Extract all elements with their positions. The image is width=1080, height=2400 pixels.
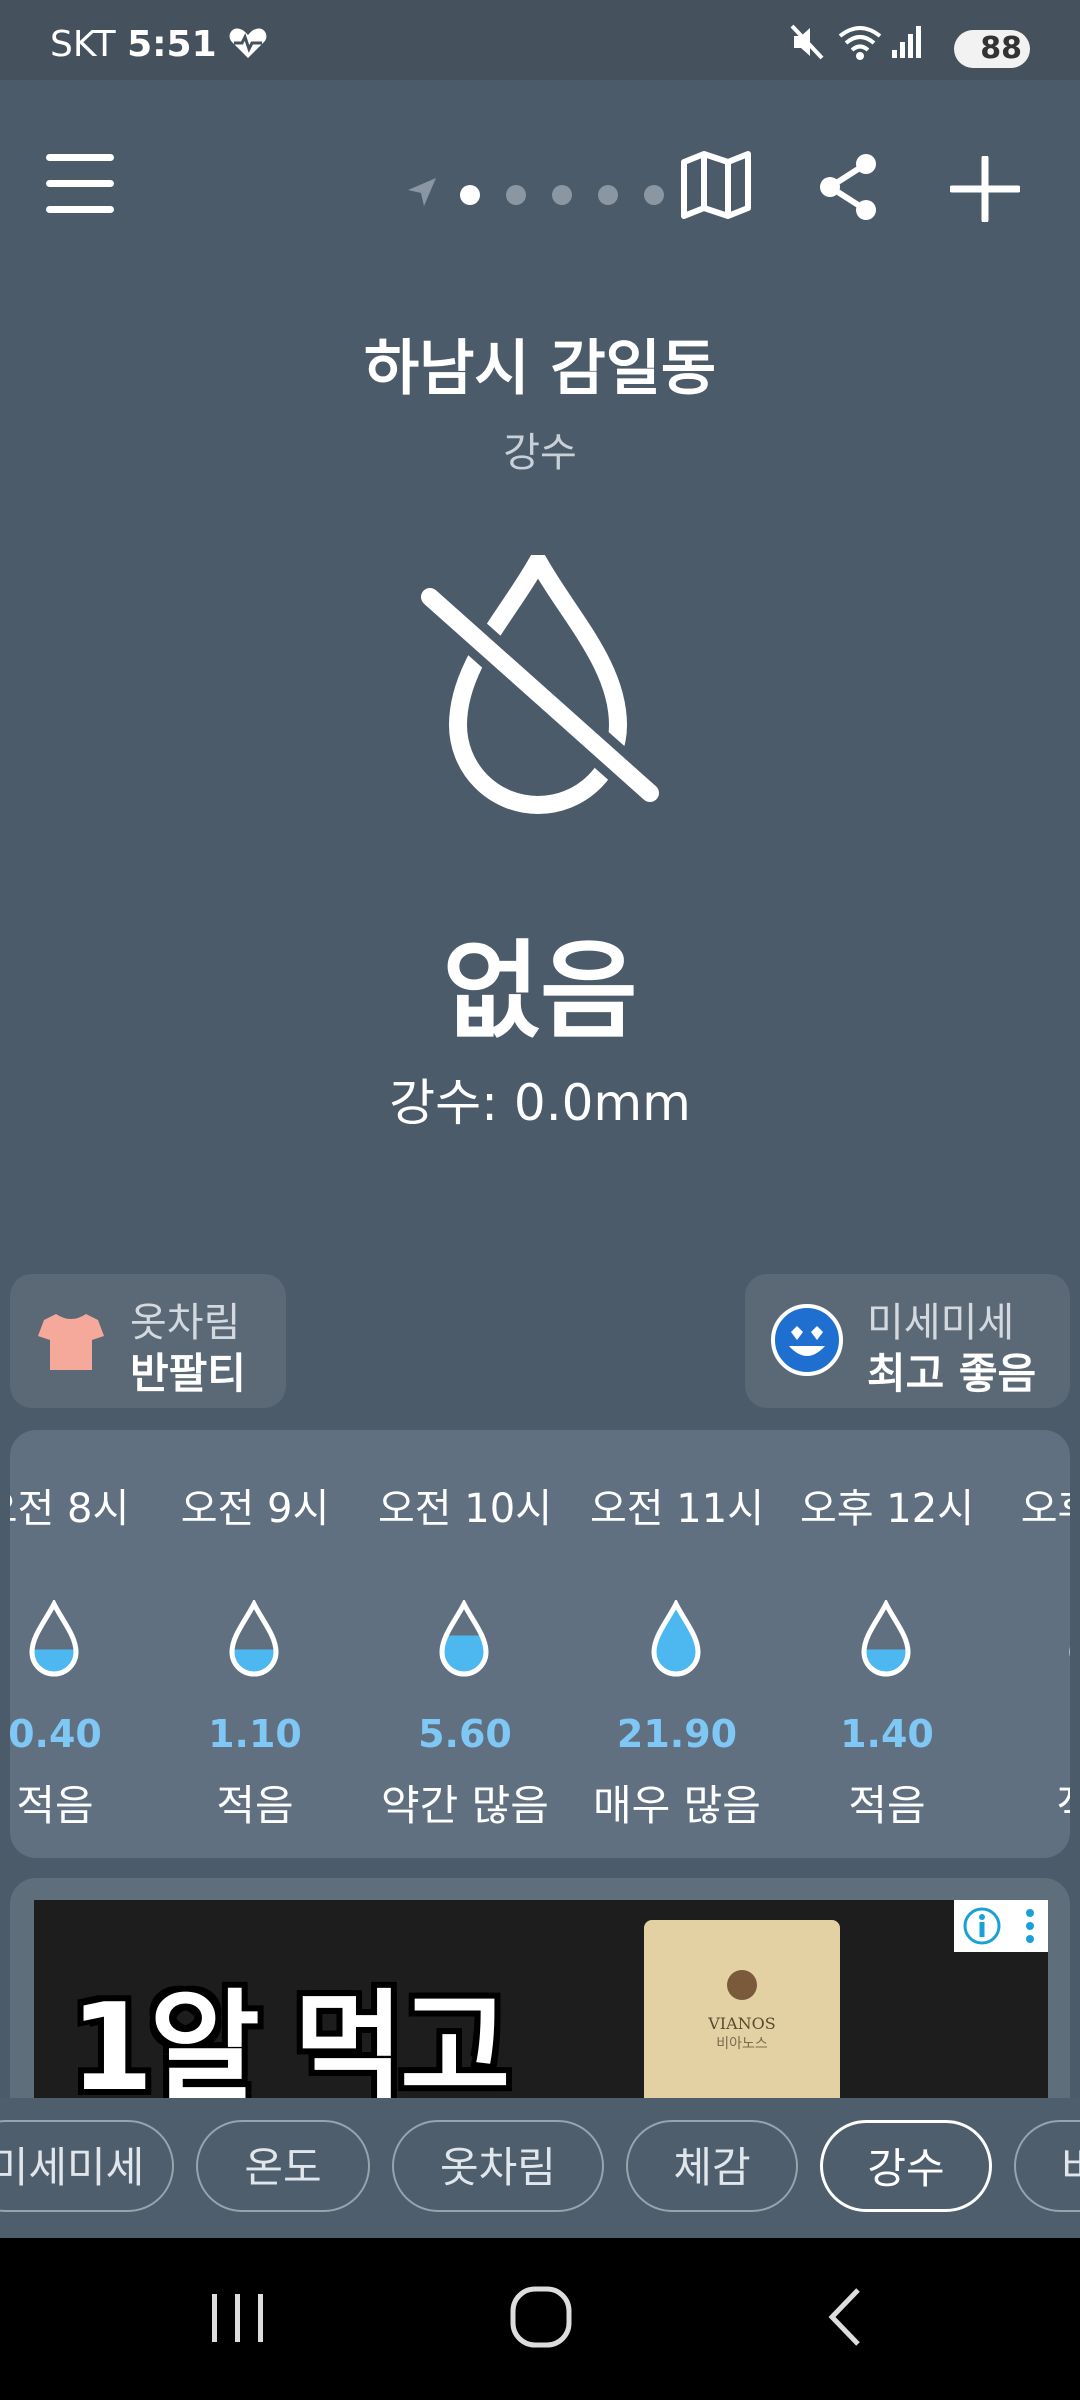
ad-banner[interactable]: 1알 먹고 VIANOS 비아노스	[34, 1900, 1048, 2098]
carrier-label: SKT	[50, 24, 116, 65]
brand-logo-icon	[727, 1970, 757, 2000]
mute-icon	[790, 24, 824, 60]
hourly-value: 0.40	[10, 1712, 102, 1756]
ad-product-image: VIANOS 비아노스	[644, 1920, 840, 2098]
hourly-time: 오후 1시	[1020, 1486, 1070, 1532]
hourly-time: 오전 10시	[377, 1486, 552, 1532]
category-tabs: 미세미세 온도 옷차림 체감 강수 바람	[0, 2098, 1080, 2238]
hourly-time: 오후 12시	[799, 1486, 974, 1532]
page-dot	[460, 185, 480, 205]
hourly-desc: 적음	[216, 1781, 294, 1830]
hourly-desc: 적음	[16, 1781, 94, 1830]
hourly-time: 오전 8시	[10, 1486, 130, 1532]
hourly-value: 21.90	[616, 1712, 738, 1756]
ad-card[interactable]: 1알 먹고 VIANOS 비아노스	[10, 1878, 1070, 2098]
hourly-value: 1	[990, 1712, 1070, 1756]
hourly-value: 5.60	[418, 1712, 512, 1756]
no-rain-icon	[418, 555, 662, 814]
current-location-icon	[408, 178, 436, 206]
hourly-desc: 매우 많음	[593, 1781, 761, 1830]
location-title: 하남시 감일동	[363, 334, 717, 404]
ad-brand-kr: 비아노스	[716, 2036, 768, 2052]
rain-drop-icon	[1066, 1647, 1070, 1675]
share-icon[interactable]	[816, 152, 882, 222]
menu-icon[interactable]	[46, 154, 116, 216]
hourly-time: 오전 11시	[589, 1486, 764, 1532]
ad-brand: VIANOS	[708, 2014, 776, 2033]
battery-indicator: 88	[954, 30, 1030, 68]
battery-level: 88	[980, 31, 1022, 66]
status-right: 88	[790, 22, 1030, 68]
ad-headline: 1알 먹고	[70, 1979, 510, 2098]
status-bar: SKT 5:51 88	[0, 0, 1080, 80]
hourly-desc: 적음	[990, 1772, 1070, 1833]
rain-drop-icon	[651, 1600, 701, 1677]
hourly-value: 1.10	[208, 1712, 302, 1756]
tab-clothing[interactable]: 옷차림	[392, 2120, 604, 2212]
status-left: SKT 5:51	[50, 24, 217, 65]
drop-fill	[1066, 1650, 1070, 1675]
info-icon[interactable]	[962, 1906, 1002, 1946]
smile-face-icon	[771, 1304, 843, 1376]
dust-value: 최고 좋음	[867, 1349, 1037, 1398]
rain-drop-icon	[29, 1600, 79, 1677]
health-icon	[229, 28, 267, 58]
hourly-time: 오전 9시	[180, 1486, 330, 1532]
page-dot	[598, 185, 618, 205]
dust-chip[interactable]: 미세미세 최고 좋음	[745, 1274, 1070, 1408]
clothing-chip[interactable]: 옷차림 반팔티	[10, 1274, 286, 1408]
tab-precipitation[interactable]: 강수	[820, 2120, 992, 2212]
page-dot	[506, 185, 526, 205]
clothing-value: 반팔티	[130, 1349, 246, 1398]
tshirt-icon	[38, 1314, 104, 1370]
ad-choices[interactable]	[954, 1900, 1048, 1952]
add-location-icon[interactable]	[950, 156, 1020, 222]
precip-amount: 강수: 0.0mm	[389, 1074, 691, 1132]
wifi-icon	[838, 26, 882, 60]
tab-feels-like[interactable]: 체감	[626, 2120, 798, 2212]
signal-icon	[892, 26, 921, 58]
page-dot	[644, 185, 664, 205]
hourly-desc: 약간 많음	[381, 1781, 549, 1830]
rain-drop-icon	[229, 1600, 279, 1677]
clock: 5:51	[127, 24, 217, 65]
system-nav-bar	[0, 2238, 1080, 2400]
tab-wind[interactable]: 바람	[1014, 2120, 1080, 2212]
hourly-value: 1.40	[840, 1712, 934, 1756]
back-icon[interactable]	[820, 2284, 870, 2350]
tab-fine-dust[interactable]: 미세미세	[0, 2120, 174, 2212]
map-icon[interactable]	[680, 150, 752, 220]
more-options-icon[interactable]	[1020, 1906, 1040, 1946]
rain-drop-icon	[861, 1600, 911, 1677]
page-dot	[552, 185, 572, 205]
mode-subtitle: 강수	[503, 430, 577, 476]
app-toolbar	[0, 120, 1080, 260]
tab-temperature[interactable]: 온도	[196, 2120, 370, 2212]
recent-apps-icon[interactable]	[206, 2288, 270, 2348]
hourly-forecast[interactable]: 오전 8시 0.40 적음 오전 9시 1.10 적음 오전 10시 5.60 …	[10, 1430, 1070, 1858]
hourly-desc: 적음	[848, 1781, 926, 1830]
home-icon[interactable]	[508, 2284, 574, 2350]
rain-drop-icon	[439, 1600, 489, 1677]
precip-status: 없음	[442, 930, 638, 1053]
